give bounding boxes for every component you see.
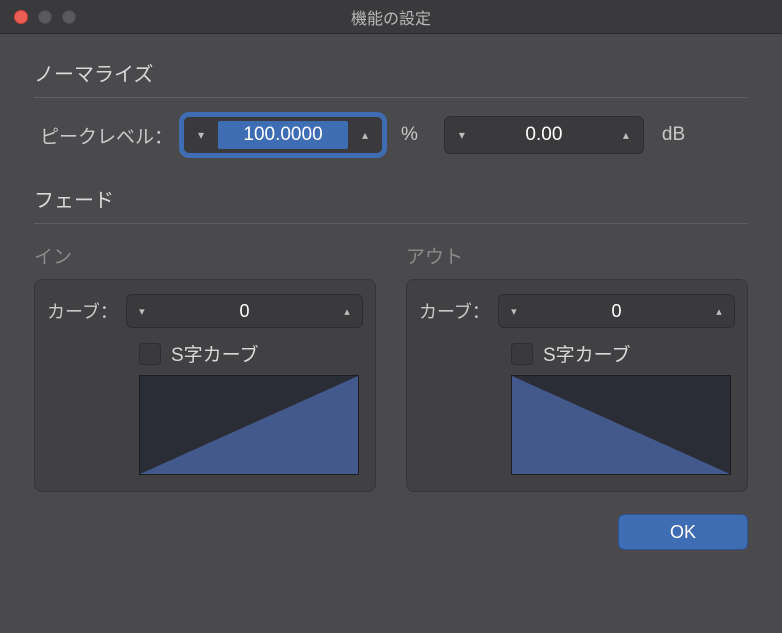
fade-in-label: イン — [34, 242, 376, 269]
peak-level-value[interactable]: 100.0000 — [218, 121, 348, 149]
titlebar: 機能の設定 — [0, 0, 782, 34]
chevron-up-icon[interactable]: ▴ — [609, 117, 643, 153]
fade-out-scurve-checkbox[interactable] — [511, 343, 533, 365]
db-value[interactable]: 0.00 — [479, 124, 609, 146]
chevron-down-icon[interactable]: ▾ — [445, 117, 479, 153]
fade-out-curve-spinner[interactable]: ▾ 0 ▴ — [498, 294, 735, 328]
fade-in-box: カーブ： ▾ 0 ▴ S字カーブ — [34, 279, 376, 492]
db-unit: dB — [662, 124, 685, 146]
fade-in-column: イン カーブ： ▾ 0 ▴ S字カーブ — [34, 242, 376, 492]
fade-in-curve-value[interactable]: 0 — [157, 301, 332, 322]
chevron-up-icon[interactable]: ▴ — [704, 295, 734, 327]
peak-level-spinner[interactable]: ▾ 100.0000 ▴ — [183, 116, 383, 154]
fade-in-curve-spinner[interactable]: ▾ 0 ▴ — [126, 294, 363, 328]
divider — [34, 223, 748, 224]
chevron-down-icon[interactable]: ▾ — [499, 295, 529, 327]
fade-in-graph — [139, 375, 359, 475]
fade-out-curve-label: カーブ： — [419, 298, 490, 324]
fade-in-scurve-checkbox[interactable] — [139, 343, 161, 365]
chevron-down-icon[interactable]: ▾ — [184, 117, 218, 153]
fade-out-scurve-label: S字カーブ — [543, 340, 631, 367]
ok-button[interactable]: OK — [618, 514, 748, 550]
db-spinner[interactable]: ▾ 0.00 ▴ — [444, 116, 644, 154]
peak-level-label: ピークレベル： — [40, 122, 173, 149]
fade-out-label: アウト — [406, 242, 748, 269]
fade-out-graph — [511, 375, 731, 475]
window-title: 機能の設定 — [0, 5, 782, 29]
fade-in-curve-label: カーブ： — [47, 298, 118, 324]
chevron-down-icon[interactable]: ▾ — [127, 295, 157, 327]
peak-level-unit: % — [401, 124, 418, 146]
chevron-up-icon[interactable]: ▴ — [348, 117, 382, 153]
chevron-up-icon[interactable]: ▴ — [332, 295, 362, 327]
fade-header: フェード — [34, 184, 748, 213]
fade-out-box: カーブ： ▾ 0 ▴ S字カーブ — [406, 279, 748, 492]
peak-level-row: ピークレベル： ▾ 100.0000 ▴ % ▾ 0.00 ▴ dB — [34, 116, 748, 154]
fade-out-column: アウト カーブ： ▾ 0 ▴ S字カーブ — [406, 242, 748, 492]
fade-in-scurve-label: S字カーブ — [171, 340, 259, 367]
fade-out-curve-value[interactable]: 0 — [529, 301, 704, 322]
divider — [34, 97, 748, 98]
normalize-header: ノーマライズ — [34, 58, 748, 87]
